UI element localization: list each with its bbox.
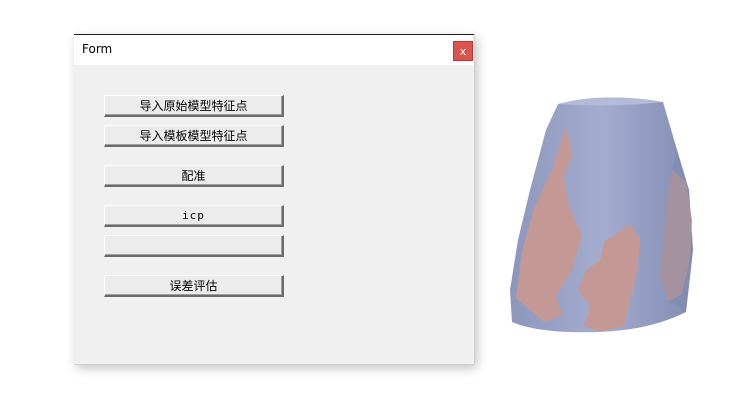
title-bar[interactable]: Form x xyxy=(74,34,474,65)
icp-button[interactable]: icp xyxy=(104,205,284,227)
window-title: Form xyxy=(82,42,113,56)
close-button[interactable]: x xyxy=(453,41,473,61)
close-icon: x xyxy=(459,44,467,58)
3d-mesh-model-view[interactable] xyxy=(500,90,700,340)
import-template-button[interactable]: 导入模板模型特征点 xyxy=(104,125,284,147)
import-original-button[interactable]: 导入原始模型特征点 xyxy=(104,95,284,117)
form-window: Form x 导入原始模型特征点 导入模板模型特征点 配准 icp 误差评估 xyxy=(74,34,474,364)
error-evaluation-button[interactable]: 误差评估 xyxy=(104,275,284,297)
blank-button[interactable] xyxy=(104,235,284,257)
registration-button[interactable]: 配准 xyxy=(104,165,284,187)
